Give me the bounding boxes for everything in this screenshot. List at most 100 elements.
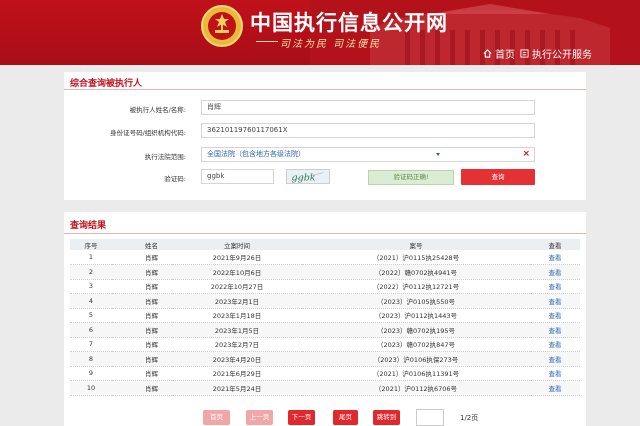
cell-no: 4 <box>70 293 112 309</box>
clear-icon[interactable]: × <box>522 148 530 161</box>
last-page-button[interactable]: 尾页 <box>333 410 358 425</box>
cell-case-number: （2021）沪0115执25428号 <box>302 250 530 265</box>
nav-service-label: 执行公开服务 <box>532 50 592 61</box>
results-panel: 查询结果 序号 姓名 立案时间 案号 查看 1 肖辉 2021年9月26日 （2021… <box>64 212 586 426</box>
id-label: 身份证号码/组织机构代码: <box>110 129 186 137</box>
court-select[interactable]: 全国法院（包含地方各级法院） × <box>201 147 535 162</box>
list-icon <box>520 49 529 58</box>
cell-name: 肖辉 <box>112 351 172 367</box>
nav-service-link[interactable]: 执行公开服务 <box>520 46 592 61</box>
cell-date: 2023年1月5日 <box>172 322 302 338</box>
first-page-button[interactable]: 首页 <box>203 410 230 425</box>
query-panel-divider <box>64 89 586 90</box>
cell-case-number: （2023）沪0106执保273号 <box>302 351 530 367</box>
results-table: 序号 姓名 立案时间 案号 查看 1 肖辉 2021年9月26日 （2021）沪011… <box>70 239 580 396</box>
results-title: 查询结果 <box>70 221 107 231</box>
nav-home-label: 首页 <box>495 50 515 61</box>
captcha-input[interactable]: ggbk <box>201 169 274 184</box>
table-row: 5 肖辉 2023年1月18日 （2023）沪0112执1443号 查看 <box>70 308 580 323</box>
court-label: 执行法院范围: <box>144 153 186 161</box>
cell-name: 肖辉 <box>112 279 172 294</box>
table-row: 8 肖辉 2023年4月20日 （2023）沪0106执保273号 查看 <box>70 351 580 367</box>
view-link[interactable]: 查看 <box>530 264 580 280</box>
view-link[interactable]: 查看 <box>530 351 580 367</box>
cell-no: 1 <box>70 250 112 265</box>
cell-no: 10 <box>70 380 112 396</box>
table-row: 4 肖辉 2023年2月1日 （2023）沪0105执550号 查看 <box>70 293 580 309</box>
query-panel-title: 综合查询被执行人 <box>70 79 143 89</box>
col-view: 查看 <box>530 239 580 250</box>
cell-date: 2023年4月20日 <box>172 351 302 367</box>
captcha-image-text: ggbk <box>292 172 316 183</box>
court-emblem-icon <box>201 5 243 47</box>
captcha-label: 验证码: <box>164 175 186 183</box>
results-divider <box>64 233 586 234</box>
name-input[interactable]: 肖辉 <box>201 100 535 115</box>
table-row: 9 肖辉 2021年6月29日 （2021）沪0106执11391号 查看 <box>70 366 580 381</box>
col-date: 立案时间 <box>172 239 302 250</box>
view-link[interactable]: 查看 <box>530 322 580 338</box>
table-row: 2 肖辉 2022年10月6日 （2022）赣0702执4941号 查看 <box>70 264 580 280</box>
cell-no: 2 <box>70 264 112 280</box>
cell-case-number: （2023）赣0702执195号 <box>302 322 530 338</box>
cell-case-number: （2023）沪0105执550号 <box>302 293 530 309</box>
cell-date: 2021年6月29日 <box>172 366 302 381</box>
nav-home-link[interactable]: 首页 <box>483 46 515 61</box>
site-header: 中国执行信息公开网 司法为民 司法便民 首页 执行公开服务 <box>0 0 640 65</box>
jump-button[interactable]: 跳转到 <box>373 410 400 425</box>
table-row: 1 肖辉 2021年9月26日 （2021）沪0115执25428号 查看 <box>70 250 580 265</box>
cell-case-number: （2021）沪0106执11391号 <box>302 366 530 381</box>
next-page-button[interactable]: 下一页 <box>288 410 315 425</box>
view-link[interactable]: 查看 <box>530 279 580 294</box>
cell-no: 7 <box>70 337 112 352</box>
captcha-verified-badge: 验证码正确! <box>368 170 454 185</box>
cell-name: 肖辉 <box>112 337 172 352</box>
query-button[interactable]: 查询 <box>461 169 535 185</box>
home-icon <box>483 49 492 58</box>
cell-no: 6 <box>70 322 112 338</box>
view-link[interactable]: 查看 <box>530 337 580 352</box>
cell-case-number: （2023）沪0112执1443号 <box>302 308 530 323</box>
cell-name: 肖辉 <box>112 380 172 396</box>
court-select-value: 全国法院（包含地方各级法院） <box>207 150 305 158</box>
cell-date: 2022年10月6日 <box>172 264 302 280</box>
cell-name: 肖辉 <box>112 250 172 265</box>
cell-date: 2022年10月27日 <box>172 279 302 294</box>
col-name: 姓名 <box>112 239 172 250</box>
col-case: 案号 <box>302 239 530 250</box>
cell-case-number: （2023）赣0702执847号 <box>302 337 530 352</box>
cell-name: 肖辉 <box>112 293 172 309</box>
cell-date: 2021年9月26日 <box>172 250 302 265</box>
cell-no: 3 <box>70 279 112 294</box>
prev-page-button[interactable]: 上一页 <box>246 410 273 425</box>
slogan-divider <box>256 41 278 42</box>
cell-case-number: （2021）沪0112执6706号 <box>302 380 530 396</box>
view-link[interactable]: 查看 <box>530 308 580 323</box>
id-input[interactable]: 36210119760117061X <box>201 123 535 138</box>
cell-name: 肖辉 <box>112 264 172 280</box>
view-link[interactable]: 查看 <box>530 380 580 396</box>
cell-date: 2021年5月24日 <box>172 380 302 396</box>
page-number-input[interactable] <box>416 409 444 426</box>
cell-name: 肖辉 <box>112 308 172 323</box>
cell-name: 肖辉 <box>112 322 172 338</box>
captcha-image[interactable]: ggbk <box>286 169 330 184</box>
view-link[interactable]: 查看 <box>530 293 580 309</box>
cell-no: 5 <box>70 308 112 323</box>
table-row: 7 肖辉 2023年2月7日 （2023）赣0702执847号 查看 <box>70 337 580 352</box>
view-link[interactable]: 查看 <box>530 250 580 265</box>
table-row: 6 肖辉 2023年1月5日 （2023）赣0702执195号 查看 <box>70 322 580 338</box>
cell-no: 9 <box>70 366 112 381</box>
cell-case-number: （2022）赣0702执4941号 <box>302 264 530 280</box>
cell-case-number: （2022）沪0112执12721号 <box>302 279 530 294</box>
cell-name: 肖辉 <box>112 366 172 381</box>
col-no: 序号 <box>70 239 112 250</box>
cell-date: 2023年2月7日 <box>172 337 302 352</box>
view-link[interactable]: 查看 <box>530 366 580 381</box>
page-count: 1/2页 <box>460 414 479 422</box>
chevron-down-icon <box>436 153 440 156</box>
name-label: 被执行人姓名/名称: <box>129 106 186 114</box>
cell-no: 8 <box>70 351 112 367</box>
table-row: 10 肖辉 2021年5月24日 （2021）沪0112执6706号 查看 <box>70 380 580 396</box>
site-title: 中国执行信息公开网 <box>250 11 448 35</box>
